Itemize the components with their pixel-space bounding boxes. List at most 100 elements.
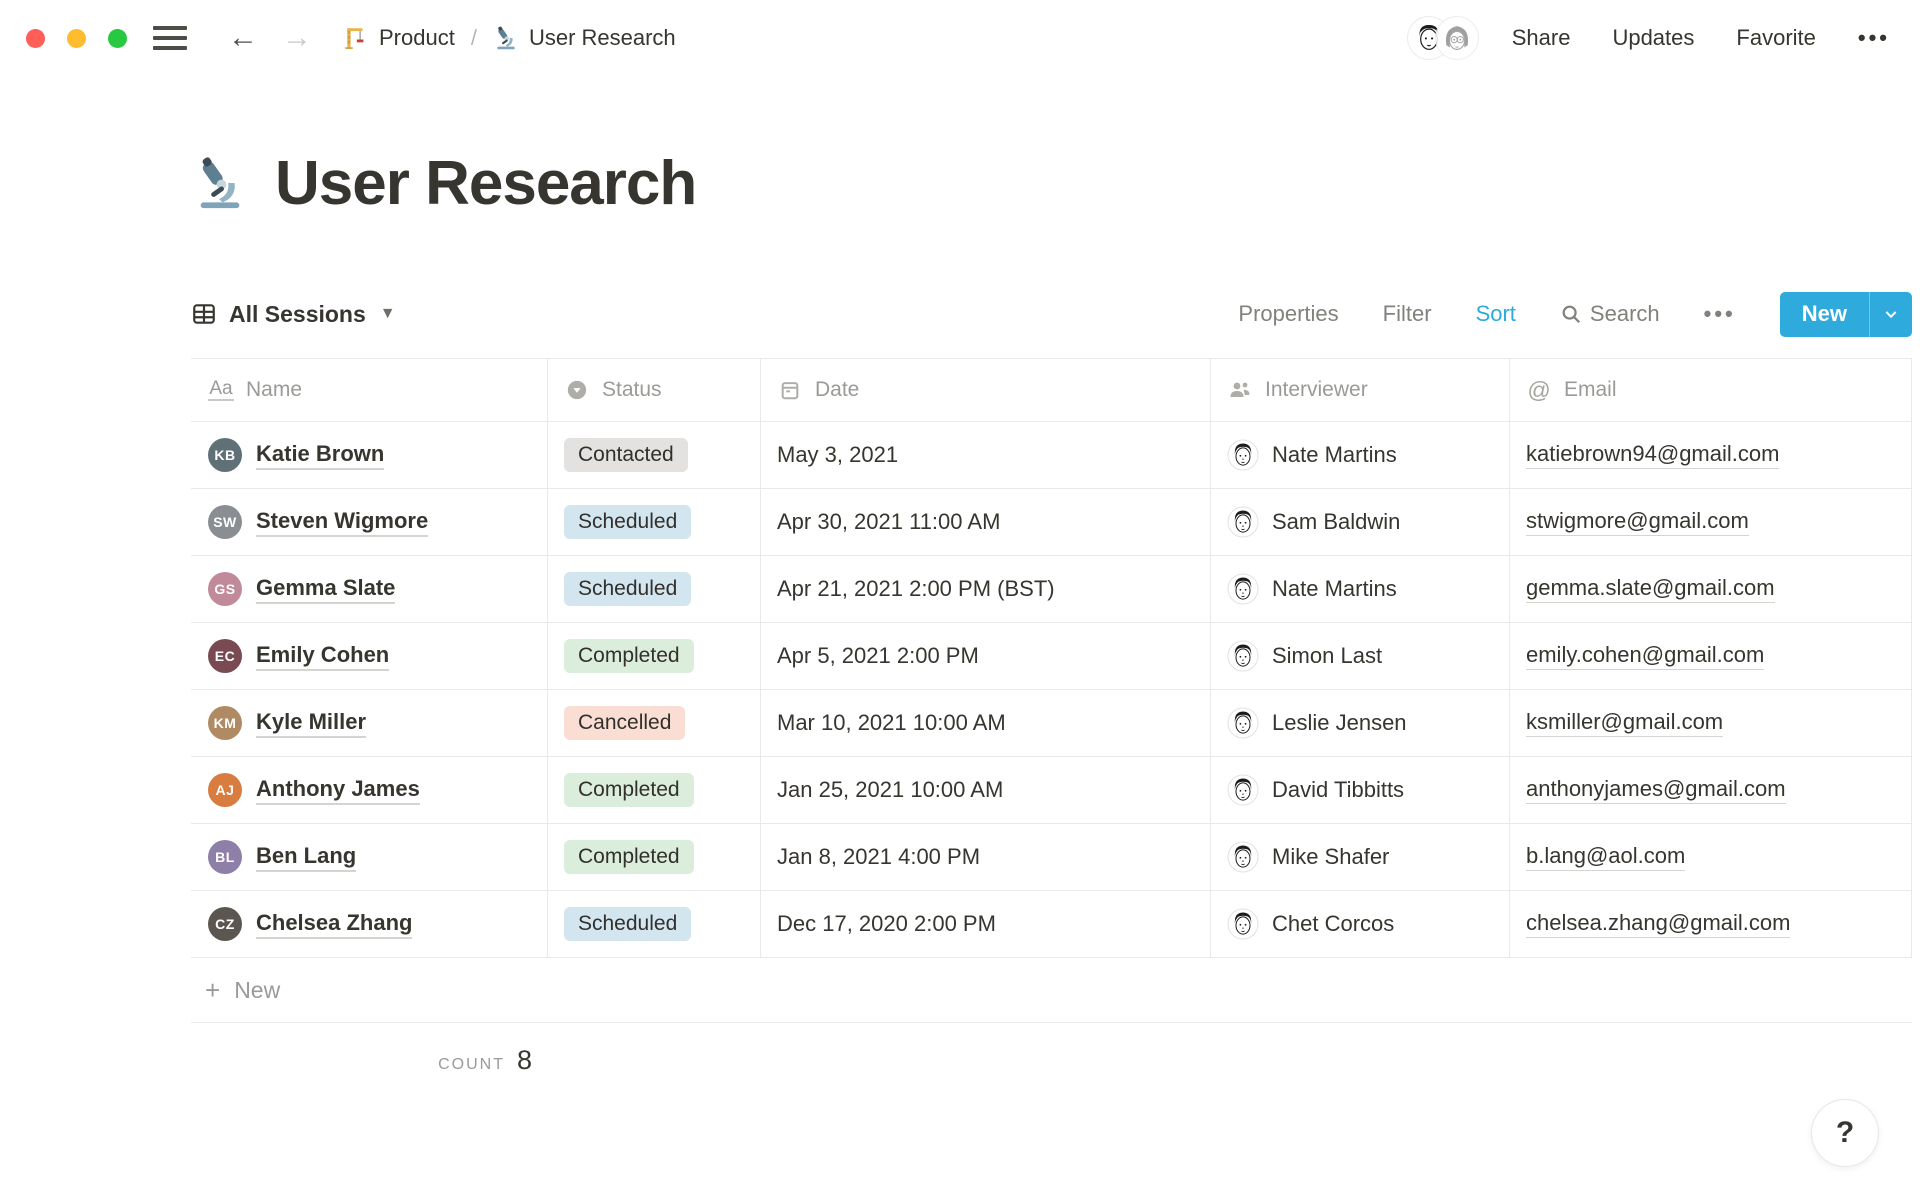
cell-email[interactable]: stwigmore@gmail.com <box>1510 489 1912 555</box>
count-aggregate[interactable]: COUNT 8 <box>191 1023 548 1076</box>
new-button-dropdown[interactable] <box>1870 292 1912 337</box>
email-link[interactable]: anthonyjames@gmail.com <box>1526 776 1786 804</box>
cell-email[interactable]: gemma.slate@gmail.com <box>1510 556 1912 622</box>
more-options-icon[interactable]: ••• <box>1858 25 1890 51</box>
window-controls <box>26 28 127 48</box>
table-row: CZ Chelsea Zhang Scheduled Dec 17, 2020 … <box>191 890 1912 957</box>
status-badge: Completed <box>564 840 694 874</box>
microscope-icon[interactable] <box>191 154 249 212</box>
column-header-email[interactable]: @ Email <box>1510 359 1912 421</box>
share-button[interactable]: Share <box>1512 25 1571 51</box>
cell-interviewer[interactable]: Leslie Jensen <box>1211 690 1510 756</box>
cell-name[interactable]: EC Emily Cohen <box>191 623 548 689</box>
person-photo-avatar: BL <box>208 840 242 874</box>
email-link[interactable]: emily.cohen@gmail.com <box>1526 642 1765 670</box>
cell-email[interactable]: emily.cohen@gmail.com <box>1510 623 1912 689</box>
cell-interviewer[interactable]: David Tibbitts <box>1211 757 1510 823</box>
person-name-link[interactable]: Katie Brown <box>256 441 385 470</box>
cell-interviewer[interactable]: Chet Corcos <box>1211 891 1510 957</box>
email-link[interactable]: b.lang@aol.com <box>1526 843 1686 871</box>
cell-name[interactable]: BL Ben Lang <box>191 824 548 890</box>
column-header-date[interactable]: Date <box>761 359 1211 421</box>
forward-arrow-icon[interactable]: → <box>277 23 317 53</box>
cell-status[interactable]: Completed <box>548 623 761 689</box>
cell-date[interactable]: Mar 10, 2021 10:00 AM <box>761 690 1211 756</box>
cell-date[interactable]: Apr 5, 2021 2:00 PM <box>761 623 1211 689</box>
close-window-button[interactable] <box>26 28 45 48</box>
email-link[interactable]: gemma.slate@gmail.com <box>1526 575 1775 603</box>
view-switcher-all-sessions[interactable]: All Sessions ▼ <box>191 297 404 332</box>
status-badge: Scheduled <box>564 572 692 606</box>
person-name-link[interactable]: Steven Wigmore <box>256 508 429 537</box>
cell-email[interactable]: katiebrown94@gmail.com <box>1510 422 1912 488</box>
cell-interviewer[interactable]: Nate Martins <box>1211 556 1510 622</box>
cell-interviewer[interactable]: Simon Last <box>1211 623 1510 689</box>
cell-date[interactable]: Jan 25, 2021 10:00 AM <box>761 757 1211 823</box>
cell-email[interactable]: anthonyjames@gmail.com <box>1510 757 1912 823</box>
column-header-interviewer[interactable]: Interviewer <box>1211 359 1510 421</box>
cell-interviewer[interactable]: Nate Martins <box>1211 422 1510 488</box>
cell-status[interactable]: Contacted <box>548 422 761 488</box>
updates-button[interactable]: Updates <box>1612 25 1694 51</box>
collaborator-avatars[interactable] <box>1407 17 1478 59</box>
back-arrow-icon[interactable]: ← <box>223 23 263 53</box>
cell-date[interactable]: Apr 30, 2021 11:00 AM <box>761 489 1211 555</box>
person-photo-avatar: GS <box>208 572 242 606</box>
person-name-link[interactable]: Emily Cohen <box>256 642 390 671</box>
cell-date[interactable]: Apr 21, 2021 2:00 PM (BST) <box>761 556 1211 622</box>
cell-status[interactable]: Completed <box>548 757 761 823</box>
cell-name[interactable]: AJ Anthony James <box>191 757 548 823</box>
view-more-options-icon[interactable]: ••• <box>1704 301 1736 327</box>
cell-status[interactable]: Completed <box>548 824 761 890</box>
cell-date[interactable]: May 3, 2021 <box>761 422 1211 488</box>
cell-interviewer[interactable]: Sam Baldwin <box>1211 489 1510 555</box>
cell-date[interactable]: Jan 8, 2021 4:00 PM <box>761 824 1211 890</box>
cell-status[interactable]: Cancelled <box>548 690 761 756</box>
cell-status[interactable]: Scheduled <box>548 556 761 622</box>
cell-email[interactable]: ksmiller@gmail.com <box>1510 690 1912 756</box>
search-button[interactable]: Search <box>1560 301 1660 327</box>
column-header-name[interactable]: Aa Name <box>191 359 548 421</box>
breadcrumb-item-product[interactable]: Product <box>343 25 455 51</box>
cell-status[interactable]: Scheduled <box>548 891 761 957</box>
select-icon <box>564 379 590 401</box>
cell-interviewer[interactable]: Mike Shafer <box>1211 824 1510 890</box>
cell-name[interactable]: KM Kyle Miller <box>191 690 548 756</box>
minimize-window-button[interactable] <box>67 28 86 48</box>
cell-name[interactable]: SW Steven Wigmore <box>191 489 548 555</box>
status-badge: Cancelled <box>564 706 686 740</box>
column-header-status[interactable]: Status <box>548 359 761 421</box>
person-name-link[interactable]: Kyle Miller <box>256 709 367 738</box>
cell-email[interactable]: b.lang@aol.com <box>1510 824 1912 890</box>
cell-status[interactable]: Scheduled <box>548 489 761 555</box>
cell-name[interactable]: GS Gemma Slate <box>191 556 548 622</box>
cell-date[interactable]: Dec 17, 2020 2:00 PM <box>761 891 1211 957</box>
filter-button[interactable]: Filter <box>1383 301 1432 327</box>
cell-name[interactable]: KB Katie Brown <box>191 422 548 488</box>
email-link[interactable]: ksmiller@gmail.com <box>1526 709 1724 737</box>
microscope-icon <box>493 25 519 51</box>
person-photo-avatar: AJ <box>208 773 242 807</box>
email-link[interactable]: chelsea.zhang@gmail.com <box>1526 910 1791 938</box>
person-name-link[interactable]: Anthony James <box>256 776 420 805</box>
person-photo-avatar: SW <box>208 505 242 539</box>
person-name-link[interactable]: Chelsea Zhang <box>256 910 413 939</box>
favorite-button[interactable]: Favorite <box>1736 25 1815 51</box>
person-photo-avatar: CZ <box>208 907 242 941</box>
help-button[interactable]: ? <box>1812 1100 1878 1166</box>
zoom-window-button[interactable] <box>108 28 127 48</box>
email-link[interactable]: katiebrown94@gmail.com <box>1526 441 1780 469</box>
email-link[interactable]: stwigmore@gmail.com <box>1526 508 1749 536</box>
new-button[interactable]: New <box>1780 292 1869 337</box>
sidebar-menu-icon[interactable] <box>153 26 187 50</box>
cell-name[interactable]: CZ Chelsea Zhang <box>191 891 548 957</box>
properties-button[interactable]: Properties <box>1238 301 1338 327</box>
page-title[interactable]: User Research <box>275 148 697 219</box>
person-name-link[interactable]: Ben Lang <box>256 843 357 872</box>
breadcrumb-item-user-research[interactable]: User Research <box>493 25 676 51</box>
person-name-link[interactable]: Gemma Slate <box>256 575 396 604</box>
add-new-row-button[interactable]: + New <box>191 957 1912 1023</box>
cell-email[interactable]: chelsea.zhang@gmail.com <box>1510 891 1912 957</box>
count-label: COUNT <box>438 1056 505 1073</box>
sort-button[interactable]: Sort <box>1476 301 1516 327</box>
